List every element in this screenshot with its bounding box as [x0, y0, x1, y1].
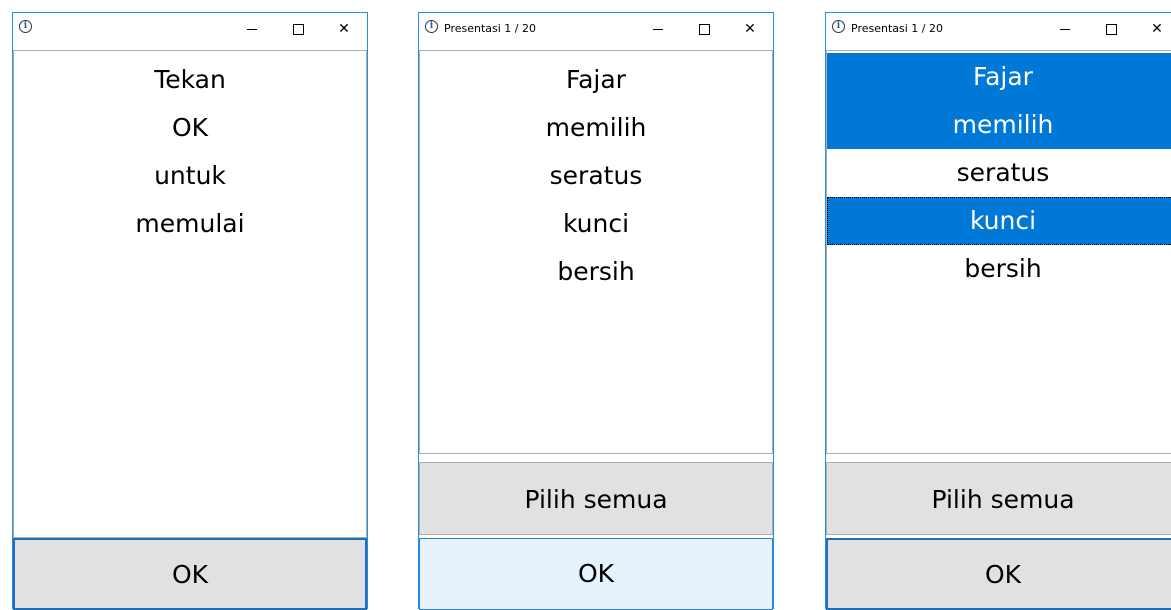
list-item[interactable]: Tekan	[14, 56, 366, 104]
close-icon: ✕	[744, 21, 756, 37]
ok-button[interactable]: OK	[13, 538, 367, 610]
list-item[interactable]: seratus	[420, 152, 772, 200]
list-item[interactable]: bersih	[420, 248, 772, 296]
list-item[interactable]: OK	[14, 104, 366, 152]
list-item[interactable]: bersih	[827, 245, 1171, 293]
window-title: Presentasi 1 / 20	[444, 22, 536, 35]
list-item[interactable]: seratus	[827, 149, 1171, 197]
list-item[interactable]: memilih	[420, 104, 772, 152]
list-item[interactable]: memulai	[14, 200, 366, 248]
word-list[interactable]: Fajar memilih seratus kunci bersih	[826, 50, 1171, 454]
close-button[interactable]: ✕	[321, 13, 367, 45]
title-bar[interactable]: i Presentasi 1 / 20 ✕	[826, 13, 1171, 45]
word-list[interactable]: Fajar memilih seratus kunci bersih	[419, 50, 773, 454]
maximize-button[interactable]	[1088, 13, 1134, 45]
minimize-button[interactable]	[1042, 13, 1088, 45]
close-icon: ✕	[338, 21, 350, 37]
window-presentation: i Presentasi 1 / 20 ✕ Fajar memilih sera…	[418, 12, 774, 610]
list-item[interactable]: untuk	[14, 152, 366, 200]
minimize-icon	[1060, 28, 1070, 30]
close-button[interactable]: ✕	[1134, 13, 1171, 45]
list-item[interactable]: kunci	[420, 200, 772, 248]
maximize-button[interactable]	[275, 13, 321, 45]
close-button[interactable]: ✕	[727, 13, 773, 45]
window-start: i ✕ Tekan OK untuk memulai OK	[12, 12, 368, 610]
title-bar[interactable]: i ✕	[13, 13, 367, 45]
ok-button[interactable]: OK	[419, 538, 773, 610]
close-icon: ✕	[1151, 21, 1163, 37]
maximize-icon	[698, 23, 710, 35]
select-all-button[interactable]: Pilih semua	[826, 462, 1171, 535]
maximize-icon	[1105, 23, 1117, 35]
info-icon: i	[19, 20, 32, 33]
select-all-button[interactable]: Pilih semua	[419, 462, 773, 535]
minimize-button[interactable]	[229, 13, 275, 45]
list-item-selected-focused[interactable]: kunci	[827, 197, 1171, 245]
maximize-button[interactable]	[681, 13, 727, 45]
window-title: Presentasi 1 / 20	[851, 22, 943, 35]
info-icon: i	[425, 20, 438, 33]
minimize-icon	[653, 28, 663, 30]
word-list[interactable]: Tekan OK untuk memulai	[13, 50, 367, 538]
maximize-icon	[292, 23, 304, 35]
ok-button[interactable]: OK	[826, 538, 1171, 610]
list-item[interactable]: Fajar	[420, 56, 772, 104]
minimize-button[interactable]	[635, 13, 681, 45]
list-item-selected[interactable]: memilih	[827, 101, 1171, 149]
title-bar[interactable]: i Presentasi 1 / 20 ✕	[419, 13, 773, 45]
minimize-icon	[247, 28, 257, 30]
info-icon: i	[832, 20, 845, 33]
window-presentation-selected: i Presentasi 1 / 20 ✕ Fajar memilih sera…	[825, 12, 1171, 610]
list-item-selected[interactable]: Fajar	[827, 53, 1171, 101]
